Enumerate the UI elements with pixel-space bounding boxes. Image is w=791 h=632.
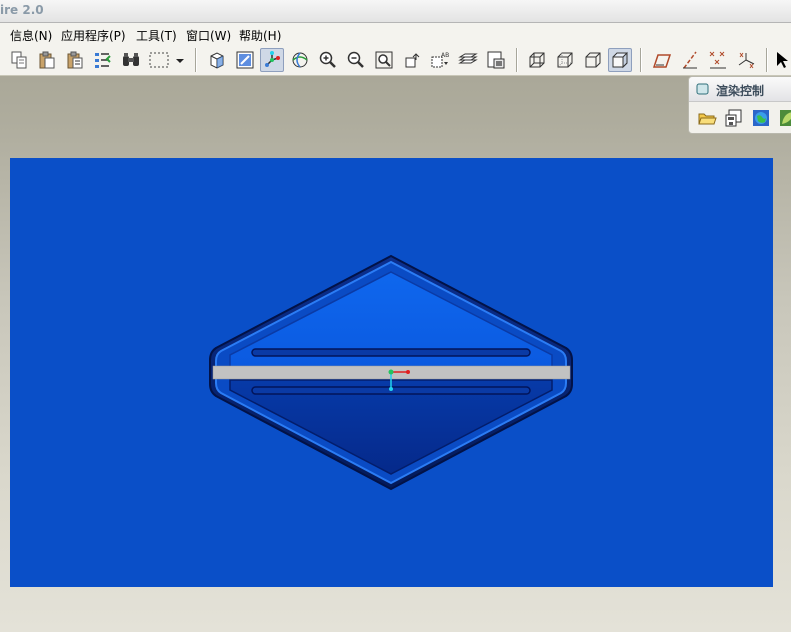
spin-center-icon[interactable] xyxy=(260,48,284,72)
toolbar-separator xyxy=(195,48,197,72)
hidden-line-icon[interactable] xyxy=(553,48,577,72)
render-panel-title: 渲染控制 xyxy=(716,84,765,98)
csys-origin xyxy=(388,369,394,375)
save-scene-icon[interactable] xyxy=(722,106,746,130)
paste-special-icon[interactable] xyxy=(63,48,87,72)
render-control-panel: 渲染控制 xyxy=(688,76,791,134)
panel-grip-icon xyxy=(696,83,709,95)
repaint-icon[interactable] xyxy=(233,48,257,72)
regenerate-icon[interactable] xyxy=(91,48,115,72)
menu-help[interactable]: 帮助(H) xyxy=(239,27,281,44)
shading-icon[interactable] xyxy=(608,48,632,72)
open-folder-icon[interactable] xyxy=(695,106,719,130)
menu-info[interactable]: 信息(N) xyxy=(10,27,52,44)
svg-text:AB: AB xyxy=(441,52,449,59)
menu-tools[interactable]: 工具(T) xyxy=(136,27,177,44)
select-cursor-icon[interactable] xyxy=(773,48,791,72)
no-hidden-icon[interactable] xyxy=(581,48,605,72)
upper-slot xyxy=(251,348,531,357)
paste-icon[interactable] xyxy=(35,48,59,72)
zoom-out-icon[interactable] xyxy=(344,48,368,72)
refit-icon[interactable] xyxy=(372,48,396,72)
orient-icon[interactable] xyxy=(288,48,312,72)
select-box-icon[interactable] xyxy=(146,48,172,72)
copy-icon[interactable] xyxy=(7,48,31,72)
csys-y-end xyxy=(389,387,393,391)
csys-x-end xyxy=(406,370,410,374)
leaf-render-icon[interactable] xyxy=(776,106,791,130)
layers-icon[interactable] xyxy=(456,48,480,72)
window-title: ire 2.0 xyxy=(0,3,44,17)
title-bar: ire 2.0 xyxy=(0,0,791,23)
render-panel-titlebar[interactable]: 渲染控制 xyxy=(689,77,791,102)
find-icon[interactable] xyxy=(119,48,143,72)
graphics-viewport[interactable] xyxy=(10,158,773,587)
model-tree-icon[interactable] xyxy=(205,48,229,72)
datum-planes-icon[interactable] xyxy=(650,48,674,72)
view-manager-icon[interactable] xyxy=(484,48,508,72)
view-reorient-icon[interactable] xyxy=(400,48,424,72)
menu-applications[interactable]: 应用程序(P) xyxy=(61,27,126,44)
main-toolbar: AB xyxy=(0,45,791,76)
menu-bar: 信息(N) 应用程序(P) 工具(T) 窗口(W) 帮助(H) xyxy=(0,23,791,45)
toolbar-separator xyxy=(516,48,518,72)
datum-points-icon[interactable] xyxy=(706,48,730,72)
saved-views-icon[interactable]: AB xyxy=(428,48,452,72)
toolbar-separator xyxy=(640,48,642,72)
wireframe-icon[interactable] xyxy=(525,48,549,72)
csys-icon[interactable] xyxy=(734,48,758,72)
menu-window[interactable]: 窗口(W) xyxy=(186,27,231,44)
datum-axes-icon[interactable] xyxy=(678,48,702,72)
zoom-in-icon[interactable] xyxy=(316,48,340,72)
toolbar-separator xyxy=(766,48,768,72)
dropdown-arrow-icon[interactable] xyxy=(173,48,187,72)
part-model xyxy=(209,254,573,491)
globe-render-icon[interactable] xyxy=(749,106,773,130)
